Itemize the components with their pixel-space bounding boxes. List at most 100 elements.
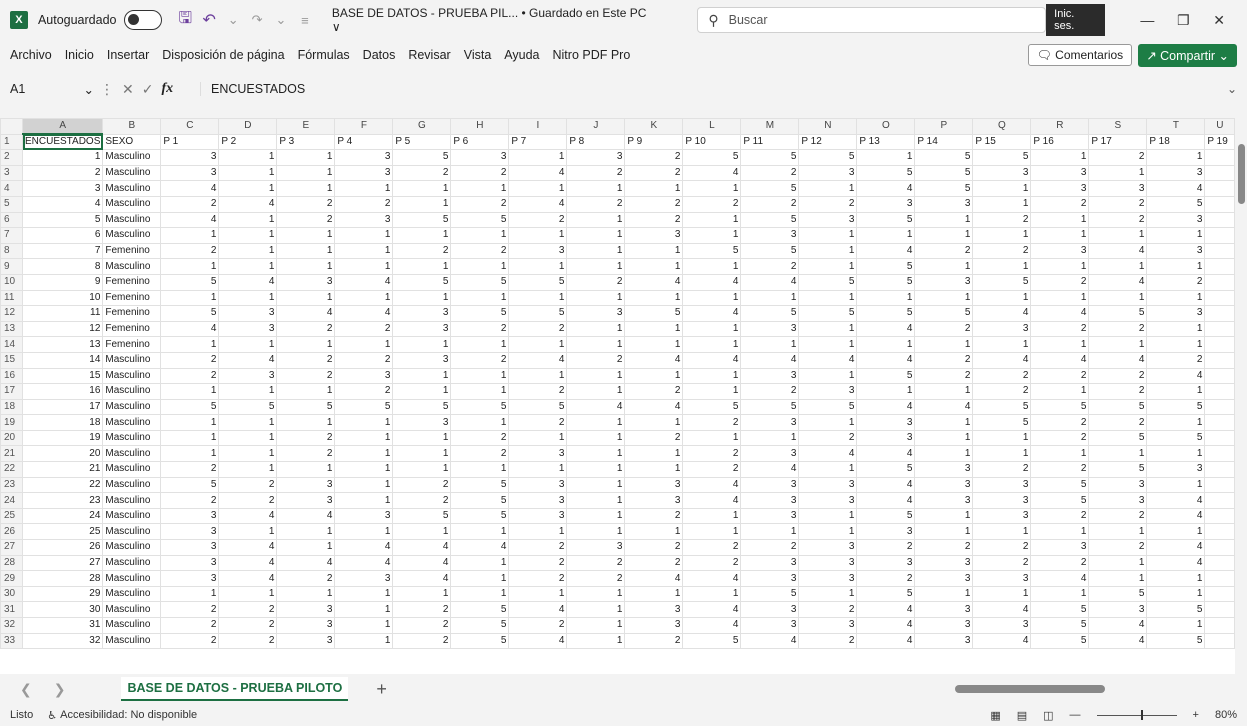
zoom-in-icon[interactable]: + <box>1193 709 1199 721</box>
table-cell[interactable]: 2 <box>160 632 220 650</box>
table-cell[interactable]: 4 <box>218 507 278 525</box>
table-cell[interactable]: 5 <box>740 585 800 603</box>
column-header[interactable]: T <box>1146 118 1206 135</box>
table-cell[interactable]: 17 <box>21 398 104 416</box>
table-cell[interactable]: 1 <box>914 429 974 447</box>
table-cell[interactable]: 2 <box>740 195 800 213</box>
table-cell[interactable]: 1 <box>972 227 1032 244</box>
table-cell[interactable]: 5 <box>682 149 742 166</box>
table-cell[interactable]: 1 <box>508 180 568 197</box>
table-cell[interactable]: 2 <box>1030 554 1090 572</box>
table-cell[interactable]: 2 <box>160 195 220 213</box>
table-cell[interactable]: 4 <box>276 507 336 525</box>
table-cell[interactable]: 4 <box>798 445 858 463</box>
table-cell[interactable]: 2 <box>160 242 220 260</box>
table-cell[interactable]: 5 <box>914 305 974 322</box>
menu-vista[interactable]: Vista <box>464 48 492 62</box>
table-cell[interactable]: 2 <box>276 445 336 463</box>
table-cell[interactable]: 1 <box>276 227 336 244</box>
accessibility-status[interactable]: Accesibilidad: No disponible <box>60 709 197 721</box>
row-header[interactable]: 9 <box>0 258 23 275</box>
table-cell[interactable]: 4 <box>1146 554 1206 572</box>
header-cell[interactable]: P 8 <box>566 133 626 151</box>
table-cell[interactable]: 1 <box>276 585 336 603</box>
minimize-icon[interactable]: — <box>1129 12 1165 28</box>
table-cell[interactable]: 22 <box>21 476 104 494</box>
table-cell[interactable]: 1 <box>1088 523 1148 541</box>
table-cell[interactable]: 5 <box>972 414 1032 431</box>
table-cell[interactable]: Femenino <box>102 273 162 291</box>
table-cell[interactable]: 1 <box>334 180 394 197</box>
table-cell[interactable]: 1 <box>508 367 568 385</box>
table-cell[interactable]: 3 <box>566 149 626 166</box>
table-cell[interactable]: 4 <box>798 351 858 369</box>
table-cell[interactable]: 24 <box>21 507 104 525</box>
table-cell[interactable]: 3 <box>160 539 220 556</box>
table-cell[interactable]: 7 <box>21 242 104 260</box>
table-cell[interactable]: 1 <box>392 289 452 307</box>
table-cell[interactable]: 2 <box>972 383 1032 400</box>
menu-nitro[interactable]: Nitro PDF Pro <box>553 48 631 62</box>
table-cell[interactable]: 3 <box>740 554 800 572</box>
table-cell[interactable]: 1 <box>914 523 974 541</box>
table-cell[interactable]: 2 <box>798 601 858 618</box>
table-cell[interactable] <box>1204 258 1236 275</box>
table-cell[interactable]: 1 <box>566 445 626 463</box>
table-cell[interactable]: 3 <box>798 211 858 229</box>
table-cell[interactable]: 3 <box>972 507 1032 525</box>
table-cell[interactable]: Masculino <box>102 476 162 494</box>
table-cell[interactable]: 1 <box>392 180 452 197</box>
table-cell[interactable]: 5 <box>972 273 1032 291</box>
table-cell[interactable]: 3 <box>1146 461 1206 478</box>
table-cell[interactable]: 2 <box>798 429 858 447</box>
table-cell[interactable]: 1 <box>218 523 278 541</box>
table-cell[interactable]: 3 <box>566 539 626 556</box>
table-cell[interactable]: 2 <box>160 461 220 478</box>
table-cell[interactable] <box>1204 601 1236 618</box>
column-header[interactable]: U <box>1204 118 1236 135</box>
undo-dropdown-icon[interactable]: ⌄ <box>222 12 244 28</box>
sheet-tab-active[interactable]: BASE DE DATOS - PRUEBA PILOTO <box>121 677 349 701</box>
table-cell[interactable]: 1 <box>566 383 626 400</box>
table-cell[interactable]: 2 <box>1146 273 1206 291</box>
table-cell[interactable]: 5 <box>682 632 742 650</box>
table-cell[interactable]: 1 <box>740 523 800 541</box>
table-cell[interactable]: 1 <box>508 461 568 478</box>
table-cell[interactable] <box>1204 523 1236 541</box>
table-cell[interactable]: 5 <box>392 211 452 229</box>
table-cell[interactable]: Masculino <box>102 227 162 244</box>
table-cell[interactable]: 3 <box>914 632 974 650</box>
table-cell[interactable]: 1 <box>392 195 452 213</box>
table-cell[interactable]: 3 <box>276 632 336 650</box>
table-cell[interactable]: 5 <box>856 507 916 525</box>
table-cell[interactable]: 2 <box>1088 383 1148 400</box>
table-cell[interactable]: 2 <box>160 617 220 634</box>
table-cell[interactable]: Masculino <box>102 429 162 447</box>
table-cell[interactable]: 3 <box>798 570 858 587</box>
header-cell[interactable]: P 13 <box>856 133 916 151</box>
search-box[interactable]: ⚲ Buscar <box>697 7 1047 33</box>
table-cell[interactable] <box>1204 585 1236 603</box>
table-cell[interactable]: 2 <box>392 476 452 494</box>
table-cell[interactable]: 1 <box>450 554 510 572</box>
row-header[interactable]: 33 <box>0 632 23 650</box>
cancel-icon[interactable]: ✕ <box>122 81 134 98</box>
table-cell[interactable]: 1 <box>972 289 1032 307</box>
table-cell[interactable]: 1 <box>624 320 684 338</box>
table-cell[interactable]: 5 <box>1030 398 1090 416</box>
table-cell[interactable]: 4 <box>276 554 336 572</box>
menu-insertar[interactable]: Insertar <box>107 48 149 62</box>
table-cell[interactable]: 2 <box>276 320 336 338</box>
table-cell[interactable]: 1 <box>1146 383 1206 400</box>
table-cell[interactable]: 2 <box>972 539 1032 556</box>
table-cell[interactable]: 2 <box>218 492 278 509</box>
table-cell[interactable]: 5 <box>798 398 858 416</box>
table-cell[interactable]: 1 <box>624 336 684 353</box>
menu-revisar[interactable]: Revisar <box>408 48 450 62</box>
table-cell[interactable]: 3 <box>798 476 858 494</box>
table-cell[interactable] <box>1204 367 1236 385</box>
table-cell[interactable]: 2 <box>218 601 278 618</box>
column-header[interactable]: H <box>450 118 510 135</box>
table-cell[interactable]: 2 <box>392 617 452 634</box>
table-cell[interactable] <box>1204 445 1236 463</box>
